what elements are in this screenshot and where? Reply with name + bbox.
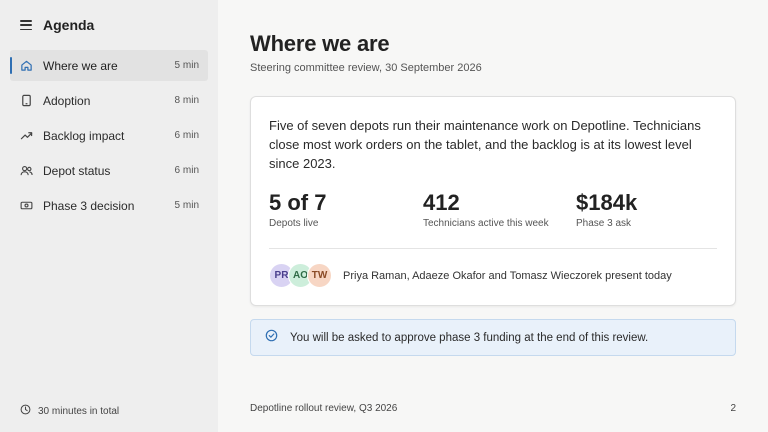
nav-item-duration: 6 min [174, 130, 199, 141]
page-title: Where we are [250, 31, 390, 56]
presenters-text: Priya Raman, Adaeze Okafor and Tomasz Wi… [343, 269, 672, 282]
clock-icon [20, 404, 31, 418]
banknote-icon [20, 199, 33, 212]
avatar-group: PR AO TW [269, 263, 332, 288]
nav-item-depot-status[interactable]: Depot status 6 min [10, 155, 208, 186]
tablet-icon [20, 94, 33, 107]
sidebar-title: Agenda [43, 17, 95, 33]
stat-value: 412 [423, 190, 460, 215]
nav-item-label: Adoption [43, 93, 91, 108]
page-number: 2 [730, 403, 736, 414]
nav-item-label: Phase 3 decision [43, 198, 135, 213]
nav-item-phase-3-decision[interactable]: Phase 3 decision 5 min [10, 190, 208, 221]
trend-up-icon [20, 129, 33, 142]
users-icon [20, 164, 33, 177]
stat-label: Depots live [269, 218, 319, 229]
stat-value: 5 of 7 [269, 190, 327, 215]
summary-text: Five of seven depots run their maintenan… [269, 118, 701, 171]
check-circle-icon [265, 329, 290, 347]
sidebar: Agenda Where we are 5 min Adoption 8 min… [0, 0, 218, 432]
callout-text: You will be asked to approve phase 3 fun… [290, 331, 649, 344]
summary-card: Five of seven depots run their maintenan… [250, 96, 736, 306]
stat-technicians-active: 412 Technicians active this week [423, 190, 549, 229]
nav-item-backlog-impact[interactable]: Backlog impact 6 min [10, 120, 208, 151]
home-icon [20, 59, 33, 72]
page-subtitle: Steering committee review, 30 September … [250, 62, 482, 74]
nav-item-label: Depot status [43, 163, 111, 178]
stat-phase-3-ask: $184k Phase 3 ask [576, 190, 637, 229]
nav-item-where-we-are[interactable]: Where we are 5 min [10, 50, 208, 81]
stat-value: $184k [576, 190, 638, 215]
sidebar-header: Agenda [20, 16, 94, 34]
stat-label: Phase 3 ask [576, 218, 632, 229]
nav-item-label: Backlog impact [43, 128, 125, 143]
divider [269, 248, 717, 249]
decision-callout: You will be asked to approve phase 3 fun… [250, 319, 736, 356]
slide-footer: Depotline rollout review, Q3 2026 [250, 403, 398, 414]
stat-label: Technicians active this week [423, 218, 549, 229]
stat-depots-live: 5 of 7 Depots live [269, 190, 326, 229]
presenters: PR AO TW Priya Raman, Adaeze Okafor and … [269, 263, 672, 288]
nav-item-duration: 6 min [174, 165, 199, 176]
nav-item-duration: 5 min [174, 60, 199, 71]
sidebar-footer: 30 minutes in total [20, 404, 119, 418]
nav-item-duration: 8 min [174, 95, 199, 106]
nav-item-adoption[interactable]: Adoption 8 min [10, 85, 208, 116]
avatar: TW [307, 263, 332, 288]
total-duration: 30 minutes in total [38, 405, 120, 417]
agenda-nav: Where we are 5 min Adoption 8 min Backlo… [10, 50, 208, 225]
nav-item-label: Where we are [43, 58, 118, 73]
main-content: Where we are Steering committee review, … [218, 0, 768, 432]
nav-item-duration: 5 min [174, 200, 199, 211]
menu-icon[interactable] [20, 20, 32, 30]
